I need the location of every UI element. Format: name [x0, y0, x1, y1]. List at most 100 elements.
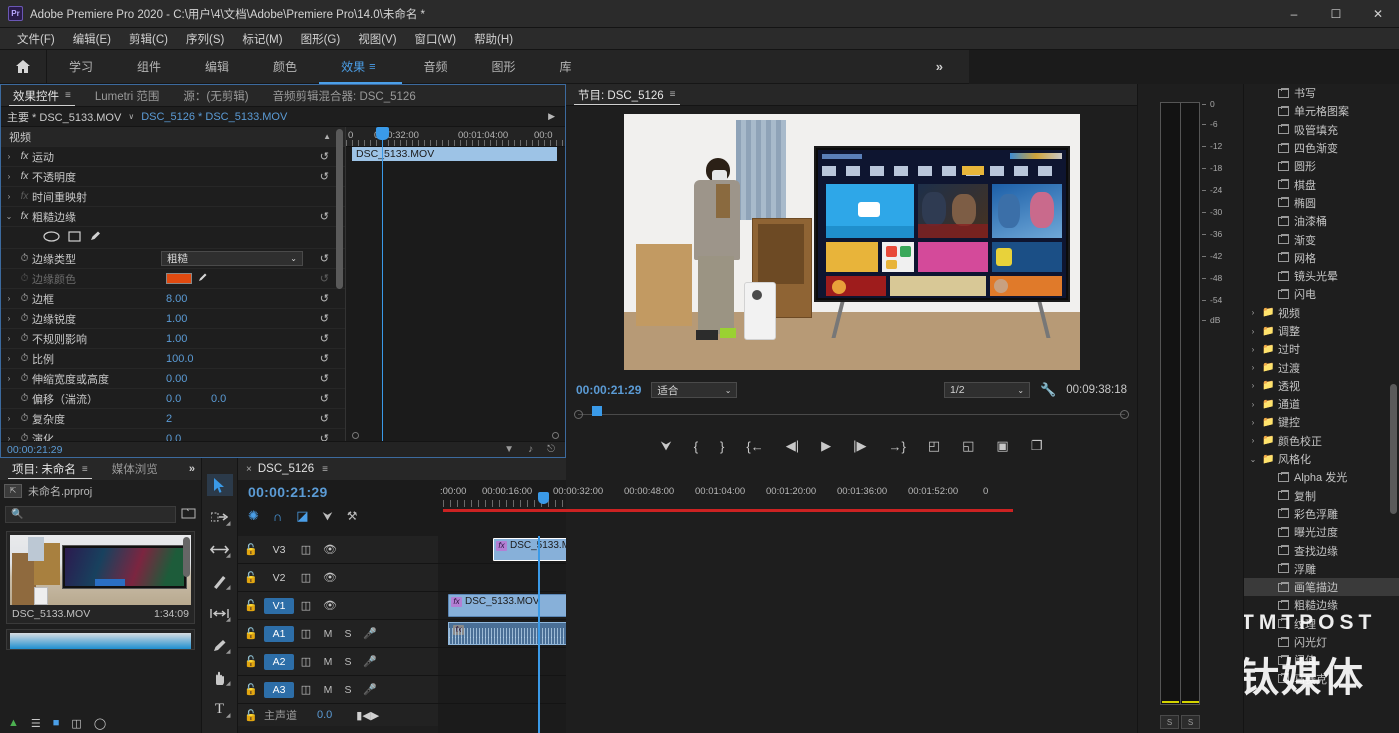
expand-icon[interactable]: ›: [1, 172, 17, 181]
param-complexity-value[interactable]: 2: [166, 413, 172, 425]
param-edge-sharpness[interactable]: › ⏱ 边缘锐度 1.00 ↺: [1, 309, 345, 329]
master-track-header[interactable]: 🔓 主声道 0.0 ▮◀▶: [238, 704, 438, 726]
edge-color-swatch[interactable]: [166, 273, 192, 284]
param-scale-value[interactable]: 100.0: [166, 353, 194, 365]
tab-audio[interactable]: 音频: [402, 50, 470, 84]
program-timecode[interactable]: 00:00:21:29: [576, 383, 641, 397]
effect-controls-timecode[interactable]: 00:00:21:29: [1, 444, 62, 456]
timeline-settings-icon[interactable]: ⚒: [347, 509, 358, 523]
workspace-overflow-icon[interactable]: »: [910, 59, 969, 74]
maximize-button[interactable]: ☐: [1315, 0, 1357, 28]
effects-folder[interactable]: › 📁 键控: [1244, 413, 1399, 431]
timeline-canvas[interactable]: fx DSC_5133.MOV fx DSC_5133.MOV [V]: [438, 536, 566, 733]
collapse-icon[interactable]: ▲: [323, 132, 331, 141]
stopwatch-icon[interactable]: ⏱: [17, 413, 32, 424]
reset-icon[interactable]: ↺: [320, 150, 329, 163]
param-offset-value-y[interactable]: 0.0: [211, 393, 226, 405]
track-lane-v2[interactable]: [438, 564, 566, 592]
param-fractal-influence-value[interactable]: 1.00: [166, 333, 187, 345]
rectangle-icon[interactable]: [68, 230, 81, 245]
sync-lock-icon[interactable]: ◫: [294, 543, 318, 556]
project-asset-list[interactable]: DSC_5133.MOV 1:34:09: [0, 526, 201, 713]
effects-item[interactable]: 闪电: [1244, 285, 1399, 303]
tab-effect-controls[interactable]: 效果控件 ≡: [1, 85, 83, 107]
param-offset-turbulence[interactable]: ⏱ 偏移（湍流） 0.0 0.0 ↺: [1, 389, 345, 409]
reset-icon[interactable]: ↺: [320, 352, 329, 365]
expand-icon[interactable]: ›: [1, 334, 17, 343]
effect-controls-timeline[interactable]: 0 0:00:32:00 00:01:04:00 00:0 DSC_5133.M…: [345, 127, 565, 441]
master-meter-icon[interactable]: ▮◀▶: [356, 709, 379, 722]
reset-icon[interactable]: ↺: [320, 292, 329, 305]
export-icon[interactable]: ⎋: [547, 444, 555, 455]
zoom-icon[interactable]: ◫: [71, 717, 81, 730]
effects-scrollbar[interactable]: [1390, 384, 1397, 514]
panel-menu-icon[interactable]: ≡: [82, 464, 88, 475]
track-name-v1[interactable]: V1: [264, 597, 294, 614]
panel-menu-icon[interactable]: ≡: [670, 89, 676, 100]
scrubber-track[interactable]: [578, 414, 1125, 415]
expand-icon[interactable]: ›: [1, 414, 17, 423]
ellipse-icon[interactable]: [43, 230, 60, 245]
timeline-timecode[interactable]: 00:00:21:29: [248, 484, 438, 500]
track-name-v3[interactable]: V3: [264, 542, 294, 558]
expand-icon[interactable]: ›: [1, 192, 17, 201]
param-border[interactable]: › ⏱ 边框 8.00 ↺: [1, 289, 345, 309]
param-complexity[interactable]: › ⏱ 复杂度 2 ↺: [1, 409, 345, 429]
panel-menu-icon[interactable]: ≡: [322, 464, 328, 475]
section-video[interactable]: 视频 ▲: [1, 127, 345, 147]
menu-file[interactable]: 文件(F): [8, 29, 64, 49]
effects-item[interactable]: 镜头光晕: [1244, 267, 1399, 285]
sync-lock-icon[interactable]: ◫: [294, 571, 318, 584]
meter-solo-right[interactable]: S: [1181, 715, 1200, 729]
effects-item[interactable]: 纹理: [1244, 615, 1399, 633]
eye-icon[interactable]: 👁: [318, 599, 342, 612]
param-scale[interactable]: › ⏱ 比例 100.0 ↺: [1, 349, 345, 369]
chevron-down-icon[interactable]: ∨: [121, 112, 141, 121]
effects-item[interactable]: 粗糙边缘: [1244, 596, 1399, 614]
stopwatch-icon[interactable]: ⏱: [17, 373, 32, 384]
chevron-right-icon[interactable]: ›: [1244, 327, 1262, 336]
play-icon[interactable]: ▶: [548, 111, 555, 122]
scroll-left-handle[interactable]: [352, 432, 359, 439]
param-edge-color[interactable]: ⏱ 边缘颜色 ↺: [1, 269, 345, 289]
chevron-right-icon[interactable]: ›: [1244, 436, 1262, 445]
effects-item[interactable]: 四色渐变: [1244, 139, 1399, 157]
stopwatch-icon[interactable]: ⏱: [17, 253, 32, 264]
param-evolution-value[interactable]: 0.0: [166, 433, 181, 442]
audio-meter[interactable]: 0 -6 -12 -18 -24 -30 -36 -42 -48 -54 dB: [1160, 99, 1222, 705]
effects-item[interactable]: 单元格图案: [1244, 102, 1399, 120]
playhead-handle[interactable]: [538, 492, 549, 504]
effects-item[interactable]: 书写: [1244, 84, 1399, 102]
trash-icon[interactable]: ◯: [94, 717, 106, 730]
param-offset-value-x[interactable]: 0.0: [166, 393, 181, 405]
step-back-icon[interactable]: ◀|: [786, 438, 799, 454]
mark-in-icon[interactable]: {: [694, 439, 698, 454]
reset-icon[interactable]: ↺: [320, 210, 329, 223]
expand-icon[interactable]: ›: [1, 354, 17, 363]
menu-window[interactable]: 窗口(W): [406, 29, 466, 49]
comparison-view-icon[interactable]: ❐: [1031, 438, 1043, 454]
scrubber-left-handle[interactable]: [574, 410, 583, 419]
effect-params-scrollbar[interactable]: [336, 129, 343, 289]
hand-tool[interactable]: ◢: [207, 666, 233, 688]
snap-in-timeline-icon[interactable]: ✺: [248, 508, 259, 524]
goto-in-icon[interactable]: {←: [746, 439, 763, 454]
microphone-icon[interactable]: 🎤: [358, 627, 382, 640]
lock-icon[interactable]: 🔓: [238, 709, 264, 722]
menu-edit[interactable]: 编辑(E): [64, 29, 120, 49]
wrench-icon[interactable]: 🔧: [1040, 382, 1056, 398]
effects-item[interactable]: 阈值: [1244, 651, 1399, 669]
track-lane-a3[interactable]: [438, 676, 566, 704]
lock-icon[interactable]: 🔓: [238, 543, 264, 556]
track-header-v3[interactable]: 🔓 V3 ◫ 👁: [238, 536, 438, 564]
stopwatch-icon[interactable]: ⏱: [17, 433, 32, 441]
mark-out-icon[interactable]: }: [720, 439, 724, 454]
asset-item[interactable]: [6, 629, 195, 650]
eyedropper-icon[interactable]: [197, 271, 209, 286]
track-header-a3[interactable]: 🔓 A3 ◫ M S 🎤: [238, 676, 438, 704]
selection-tool[interactable]: [206, 474, 233, 496]
sequence-clip-label[interactable]: DSC_5126 * DSC_5133.MOV: [141, 111, 287, 123]
mute-button-a2[interactable]: M: [318, 656, 338, 668]
reset-icon[interactable]: ↺: [320, 272, 329, 285]
solo-button-a1[interactable]: S: [338, 628, 358, 640]
